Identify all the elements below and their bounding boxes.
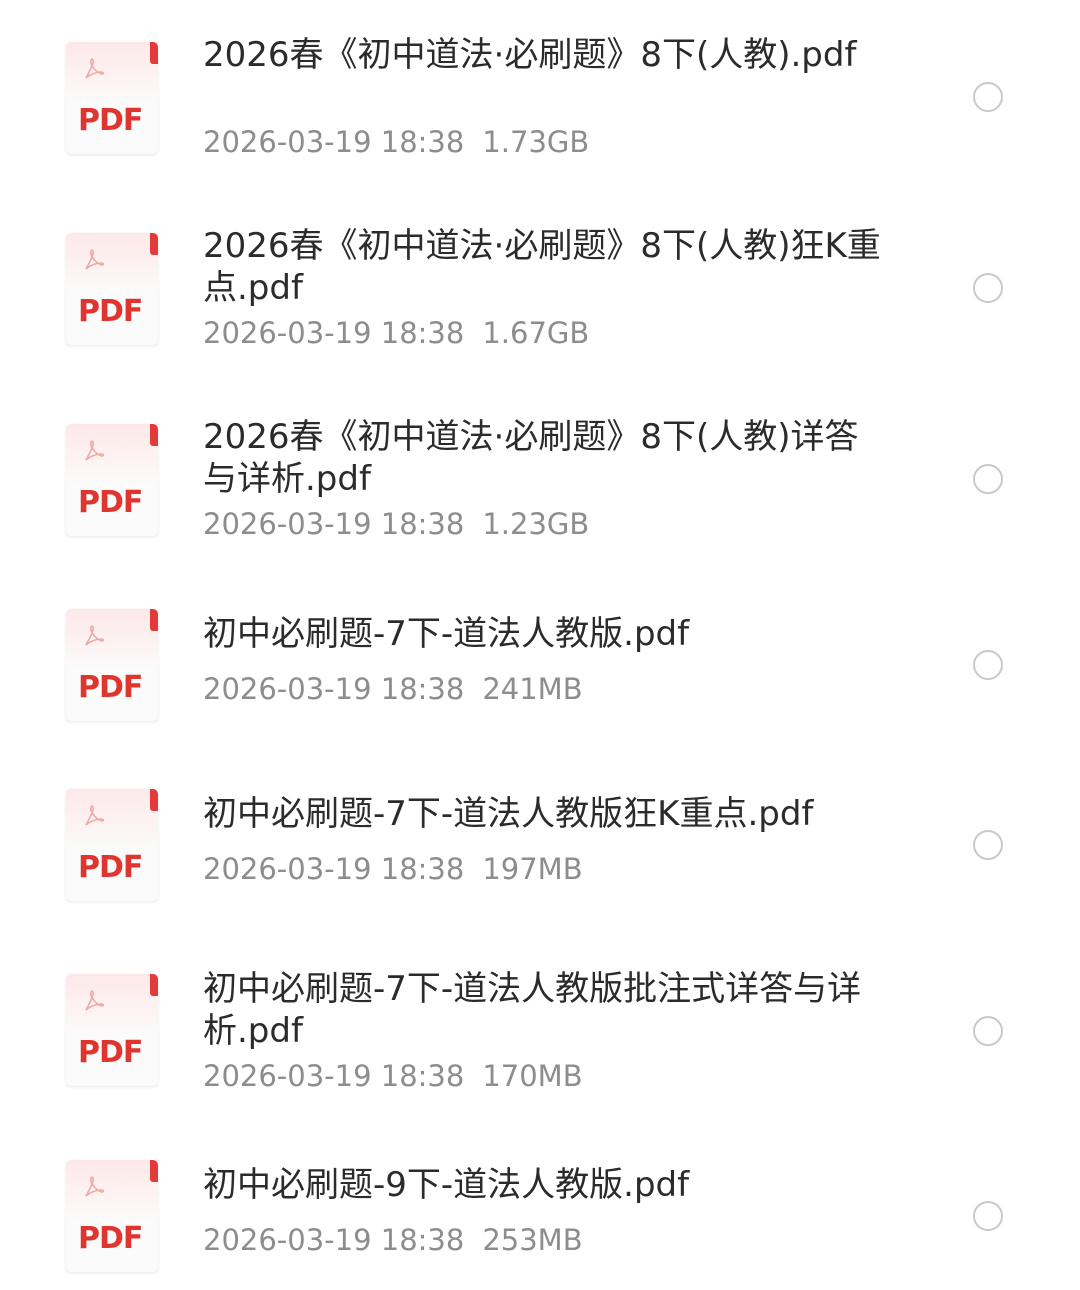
- file-name: 初中必刷题-7下-道法人教版批注式详答与详析.pdf: [203, 969, 862, 1051]
- file-meta: 2026-03-19 18:38 197MB: [203, 851, 583, 887]
- acrobat-icon: [85, 249, 105, 270]
- pdf-file-icon: PDF: [66, 609, 158, 721]
- file-date: 2026-03-19 18:38: [203, 1223, 465, 1257]
- acrobat-icon: [85, 805, 105, 826]
- select-radio[interactable]: [973, 464, 1003, 494]
- select-radio[interactable]: [973, 1016, 1003, 1046]
- pdf-icon-label: PDF: [78, 1221, 143, 1256]
- pdf-icon-label: PDF: [78, 294, 143, 329]
- file-size: 241MB: [482, 672, 583, 706]
- file-meta: 2026-03-19 18:38 241MB: [203, 671, 583, 707]
- select-radio[interactable]: [973, 830, 1003, 860]
- file-meta: 2026-03-19 18:38 1.73GB: [203, 124, 589, 160]
- pdf-icon-label: PDF: [78, 485, 143, 520]
- file-size: 1.23GB: [482, 507, 590, 541]
- pdf-file-icon: PDF: [66, 974, 158, 1086]
- file-name: 2026春《初中道法·必刷题》8下(人教)狂K重点.pdf: [203, 226, 881, 308]
- pdf-icon-label: PDF: [78, 1035, 143, 1070]
- file-date: 2026-03-19 18:38: [203, 316, 465, 350]
- file-name: 初中必刷题-7下-道法人教版.pdf: [203, 614, 690, 654]
- pdf-file-icon: PDF: [66, 1160, 158, 1272]
- pdf-icon-label: PDF: [78, 670, 143, 705]
- file-size: 1.67GB: [482, 316, 590, 350]
- acrobat-icon: [85, 58, 105, 79]
- file-date: 2026-03-19 18:38: [203, 1059, 465, 1093]
- select-radio[interactable]: [973, 273, 1003, 303]
- file-size: 170MB: [482, 1059, 583, 1093]
- file-meta: 2026-03-19 18:38 170MB: [203, 1058, 583, 1094]
- file-date: 2026-03-19 18:38: [203, 672, 465, 706]
- acrobat-icon: [85, 1176, 105, 1197]
- file-size: 1.73GB: [482, 125, 590, 159]
- select-radio[interactable]: [973, 82, 1003, 112]
- pdf-file-icon: PDF: [66, 789, 158, 901]
- acrobat-icon: [85, 625, 105, 646]
- file-name: 2026春《初中道法·必刷题》8下(人教).pdf: [203, 35, 857, 75]
- file-size: 253MB: [482, 1223, 583, 1257]
- file-date: 2026-03-19 18:38: [203, 125, 465, 159]
- select-radio[interactable]: [973, 650, 1003, 680]
- pdf-file-icon: PDF: [66, 42, 158, 154]
- file-list: PDF 2026春《初中道法·必刷题》8下(人教).pdf 2026-03-19…: [0, 0, 1080, 1290]
- pdf-icon-label: PDF: [78, 103, 143, 138]
- pdf-file-icon: PDF: [66, 233, 158, 345]
- file-name: 2026春《初中道法·必刷题》8下(人教)详答与详析.pdf: [203, 417, 859, 499]
- file-date: 2026-03-19 18:38: [203, 852, 465, 886]
- acrobat-icon: [85, 440, 105, 461]
- select-radio[interactable]: [973, 1201, 1003, 1231]
- file-name: 初中必刷题-7下-道法人教版狂K重点.pdf: [203, 794, 814, 834]
- file-date: 2026-03-19 18:38: [203, 507, 465, 541]
- file-name: 初中必刷题-9下-道法人教版.pdf: [203, 1165, 690, 1205]
- acrobat-icon: [85, 990, 105, 1011]
- file-meta: 2026-03-19 18:38 1.23GB: [203, 506, 589, 542]
- pdf-file-icon: PDF: [66, 424, 158, 536]
- file-size: 197MB: [482, 852, 583, 886]
- pdf-icon-label: PDF: [78, 850, 143, 885]
- file-meta: 2026-03-19 18:38 253MB: [203, 1222, 583, 1258]
- file-meta: 2026-03-19 18:38 1.67GB: [203, 315, 589, 351]
